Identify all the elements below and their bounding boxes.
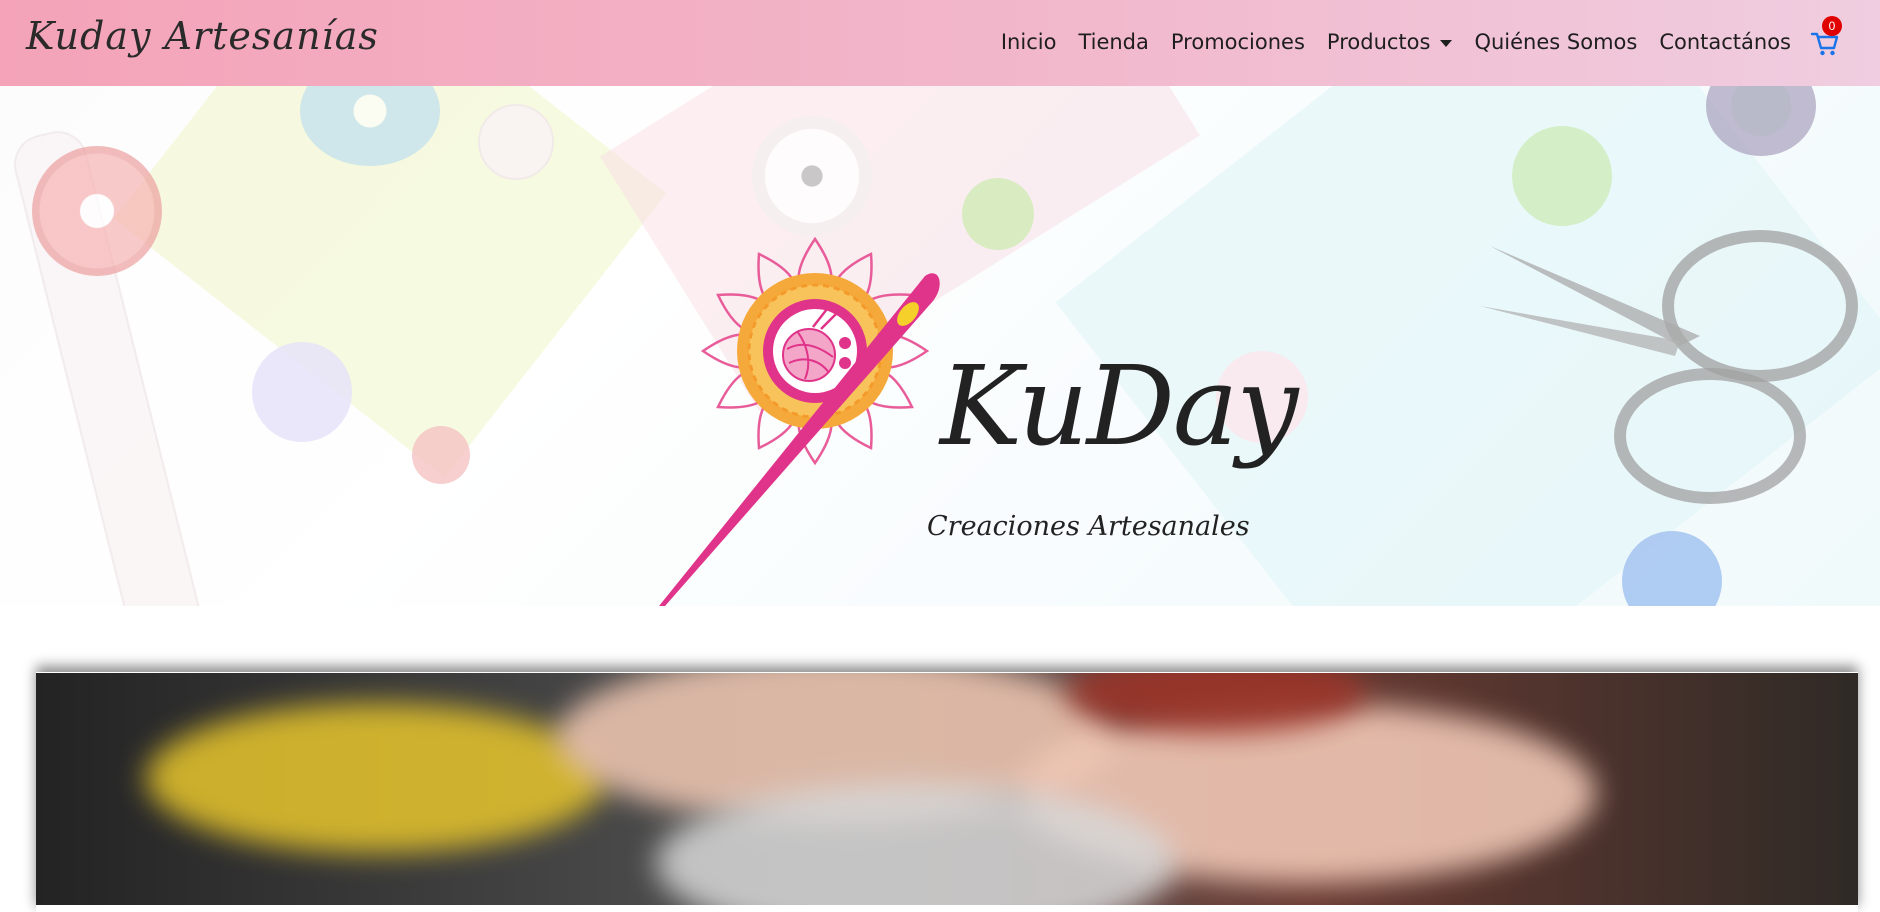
nav-quienes-somos[interactable]: Quiénes Somos bbox=[1463, 24, 1648, 60]
feature-image-card bbox=[36, 673, 1858, 905]
nav-contactanos[interactable]: Contactános bbox=[1648, 24, 1802, 60]
brand-logo-text[interactable]: Kuday Artesanías bbox=[26, 14, 379, 58]
measuring-tape-icon bbox=[146, 703, 606, 853]
kuday-logo: KuDay Creaciones Artesanales bbox=[650, 206, 1299, 606]
chevron-down-icon bbox=[1440, 39, 1453, 47]
nav-tienda[interactable]: Tienda bbox=[1067, 24, 1159, 60]
logo-subtitle: Creaciones Artesanales bbox=[927, 511, 1250, 542]
cart-button[interactable]: 0 bbox=[1810, 16, 1842, 58]
logo-title: KuDay bbox=[940, 342, 1299, 470]
needle-icon bbox=[659, 273, 940, 606]
nav-promociones[interactable]: Promociones bbox=[1160, 24, 1316, 60]
nav-productos-label: Productos bbox=[1326, 30, 1431, 54]
main-nav: Inicio Tienda Promociones Productos Quié… bbox=[990, 16, 1842, 60]
cart-count-badge: 0 bbox=[1822, 16, 1842, 36]
nav-inicio[interactable]: Inicio bbox=[990, 24, 1068, 60]
hero-banner: KuDay Creaciones Artesanales bbox=[0, 86, 1880, 606]
nav-productos-dropdown[interactable]: Productos bbox=[1316, 24, 1464, 60]
navbar: Kuday Artesanías Inicio Tienda Promocion… bbox=[0, 0, 1880, 86]
